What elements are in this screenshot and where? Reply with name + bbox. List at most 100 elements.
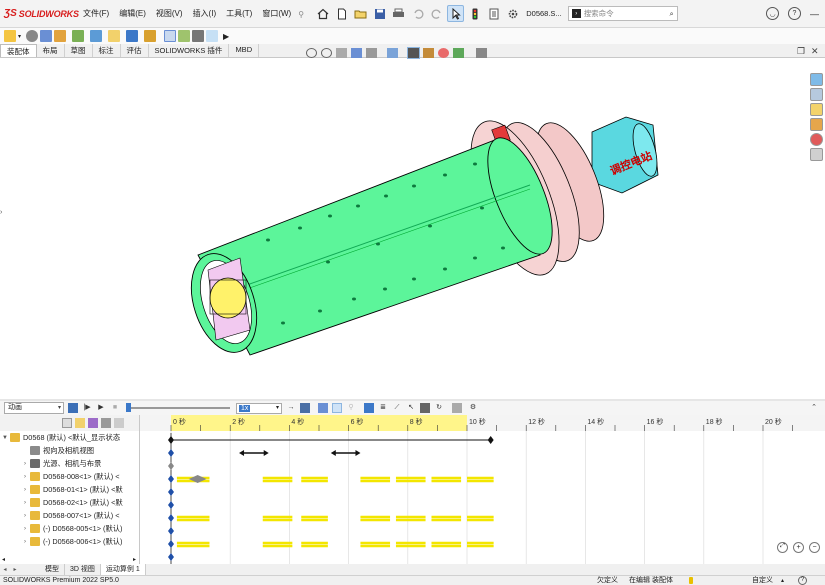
assembly-model[interactable]: 调控电站 [0, 59, 808, 399]
tab-evaluate[interactable]: 评估 [121, 44, 149, 57]
view-settings-icon[interactable] [476, 48, 487, 58]
file-explorer-icon[interactable] [810, 103, 823, 116]
dynamic-annotation-icon[interactable] [366, 48, 377, 58]
expand-toggle-icon[interactable]: › [20, 539, 30, 545]
assembly-features-icon[interactable] [126, 30, 139, 42]
display-style-icon[interactable] [407, 47, 420, 59]
tab-mbd[interactable]: MBD [229, 44, 260, 57]
appearances-scenes-icon[interactable] [810, 133, 823, 146]
minimize-window-icon[interactable]: — [810, 9, 819, 19]
menu-view[interactable]: 视图(V) [151, 8, 188, 19]
smart-fasteners-icon[interactable] [72, 30, 85, 42]
gravity-icon[interactable]: ↻ [434, 403, 444, 413]
rebuild-indicator-icon[interactable] [689, 577, 693, 584]
view-orientation-icon[interactable] [387, 48, 398, 58]
timeline-canvas[interactable]: 0 秒 2 秒 4 秒 6 秒 8 秒 10 秒 12 秒 14 秒 16 秒 18 秒 20 秒 [140, 415, 825, 565]
previous-view-icon[interactable] [336, 48, 347, 58]
edit-component-icon[interactable] [40, 30, 53, 42]
stop-icon[interactable]: ■ [110, 403, 120, 413]
units-chevron-up-icon[interactable]: ▴ [781, 576, 784, 585]
select-pointer-icon[interactable] [447, 5, 465, 22]
restore-window-icon[interactable]: ❐ [797, 46, 805, 57]
expand-toggle-icon[interactable]: › [20, 513, 30, 519]
dropdown-arrow-icon[interactable]: ▾ [18, 33, 21, 40]
redo-icon[interactable] [428, 5, 445, 22]
hide-show-items-icon[interactable] [423, 48, 434, 58]
tree-item[interactable]: ▼ D0568 (默认) <默认_显示状态 [0, 431, 139, 444]
scroll-right-icon[interactable]: ▸ [133, 556, 136, 563]
move-component-icon[interactable] [90, 30, 103, 42]
show-hidden-icon[interactable] [108, 30, 121, 42]
play-icon[interactable]: ▶ [96, 403, 106, 413]
tab-3d-views[interactable]: 3D 视图 [65, 564, 101, 575]
exploded-view-icon[interactable] [192, 30, 205, 42]
bill-of-materials-icon[interactable] [178, 30, 191, 42]
tree-item[interactable]: 视向及相机视图 [0, 444, 139, 457]
expand-toggle-icon[interactable]: ▼ [0, 435, 10, 441]
save-icon[interactable] [371, 5, 388, 22]
tab-scroll-left-icon[interactable]: ◂ [0, 566, 10, 573]
filter-selected-icon[interactable] [88, 418, 98, 428]
play-from-start-icon[interactable]: |▶ [82, 403, 92, 413]
undo-icon[interactable] [409, 5, 426, 22]
damper-icon[interactable]: ⟋ [392, 403, 402, 413]
zoom-to-fit-timeline-icon[interactable]: ⤢ [777, 542, 788, 553]
tree-item[interactable]: › D0568-007<1> (默认) < [0, 509, 139, 522]
motion-timeline[interactable]: 0 秒2 秒4 秒6 秒8 秒 10 秒 12 秒 14 秒 16 秒 18 秒 20 秒 … [140, 415, 825, 565]
animation-wizard-icon[interactable] [318, 403, 328, 413]
zoom-out-timeline-icon[interactable]: − [809, 542, 820, 553]
results-plots-icon[interactable] [452, 403, 462, 413]
tree-item[interactable]: › D0568-008<1> (默认) < [0, 470, 139, 483]
search-input[interactable]: › 搜索命令 ⌕ [567, 6, 678, 21]
expand-panel-arrow-icon[interactable]: › [0, 209, 2, 216]
apply-scene-icon[interactable] [453, 48, 464, 58]
instant3d-icon[interactable] [206, 30, 219, 42]
play-icon[interactable]: ▶ [223, 32, 229, 41]
search-icon[interactable]: ⌕ [669, 9, 673, 19]
home-icon[interactable] [314, 5, 331, 22]
slider-thumb[interactable] [126, 403, 131, 412]
tab-model[interactable]: 模型 [40, 564, 65, 575]
force-icon[interactable]: ↖ [406, 403, 416, 413]
filter-results-icon[interactable] [101, 418, 111, 428]
zoom-in-timeline-icon[interactable]: + [793, 542, 804, 553]
zoom-area-icon[interactable] [321, 48, 332, 58]
zoom-to-fit-icon[interactable] [306, 48, 317, 58]
close-window-icon[interactable]: ✕ [811, 46, 819, 57]
study-type-select[interactable]: 动画 ▾ [4, 402, 64, 414]
calculate-icon[interactable] [68, 403, 78, 413]
new-motion-study-icon[interactable] [164, 30, 177, 42]
tab-motion-study-1[interactable]: 运动算例 1 [100, 564, 146, 575]
study-properties-icon[interactable]: ⚙ [468, 403, 478, 413]
section-view-icon[interactable] [351, 48, 362, 58]
pin-icon[interactable]: ⚲ [298, 10, 306, 19]
menu-edit[interactable]: 编辑(E) [114, 8, 151, 19]
contact-icon[interactable] [420, 403, 430, 413]
tree-item[interactable]: › (-) D0568-005<1> (默认) [0, 522, 139, 535]
menu-window[interactable]: 窗口(W) [257, 8, 296, 19]
tab-layout[interactable]: 布局 [37, 44, 65, 57]
linear-pattern-icon[interactable] [54, 30, 67, 42]
tree-item[interactable]: › 光源、相机与布景 [0, 457, 139, 470]
expand-toggle-icon[interactable]: › [20, 461, 30, 467]
add-key-icon[interactable]: ⚲ [346, 403, 356, 413]
solidworks-logo[interactable]: ƷS SOLIDWORKS [0, 8, 79, 19]
reference-geometry-icon[interactable] [144, 30, 157, 42]
collapse-motion-manager-icon[interactable]: ⌃ [809, 403, 819, 413]
graphics-area[interactable]: 调控电站 › [0, 59, 808, 399]
tree-item[interactable]: › D0568-01<1> (默认) <默 [0, 483, 139, 496]
status-help-icon[interactable]: ? [798, 576, 807, 585]
menu-tools[interactable]: 工具(T) [221, 8, 257, 19]
menu-file[interactable]: 文件(F) [78, 8, 114, 19]
expand-toggle-icon[interactable]: › [20, 487, 30, 493]
filter-all-icon[interactable] [114, 418, 124, 428]
new-document-icon[interactable] [333, 5, 350, 22]
scroll-left-icon[interactable]: ◂ [2, 556, 5, 563]
expand-toggle-icon[interactable]: › [20, 474, 30, 480]
user-account-icon[interactable]: ◡ [766, 7, 779, 20]
help-icon[interactable]: ? [788, 7, 801, 20]
menu-insert[interactable]: 插入(I) [188, 8, 222, 19]
autokey-icon[interactable] [332, 403, 342, 413]
status-units[interactable]: 自定义 [752, 576, 773, 585]
motor-icon[interactable] [364, 403, 374, 413]
